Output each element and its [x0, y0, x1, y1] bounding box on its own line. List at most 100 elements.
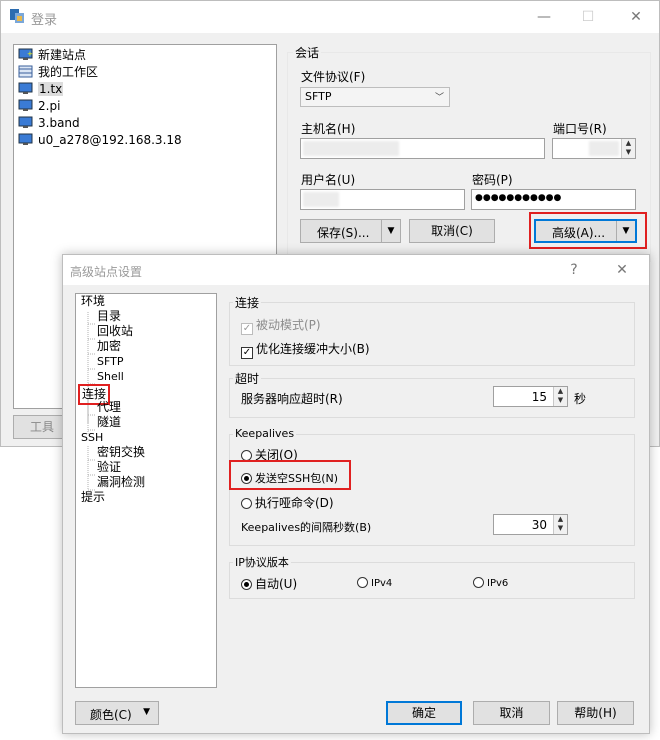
close-button[interactable]: ✕ — [613, 2, 659, 32]
tree-item-label: 漏洞检测 — [97, 475, 146, 489]
keepalive-interval-value: 30 — [531, 518, 547, 532]
maximize-button[interactable]: ☐ — [565, 2, 611, 32]
tree-item-label: 回收站 — [97, 324, 134, 338]
timeout-input[interactable]: 15 ▲ ▼ — [493, 386, 568, 407]
checkmark-icon: ✓ — [241, 323, 253, 335]
timeout-group-label: 超时 — [233, 370, 262, 387]
advanced-titlebar: 高级站点设置 ? ✕ — [63, 255, 649, 285]
keepalive-dummy-label: 执行哑命令(D) — [255, 496, 334, 510]
tree-item-env[interactable]: 环境 — [81, 294, 145, 309]
port-input[interactable]: ▲ ▼ — [552, 138, 636, 159]
password-label: 密码(P) — [472, 173, 513, 187]
radio-icon — [357, 577, 368, 588]
ipv6-label: IPv6 — [487, 578, 509, 589]
computer-icon — [18, 99, 33, 112]
ok-button[interactable]: 确定 — [386, 701, 462, 725]
tree-item-recycle[interactable]: 回收站 — [81, 324, 145, 339]
tree-item-label: SSH — [81, 431, 104, 444]
settings-tree[interactable]: 环境 目录 回收站 加密 SFTP Shell 连接 代理 隧道 SSH 密钥交… — [75, 293, 217, 688]
ip-auto-radio[interactable]: 自动(U) — [241, 575, 297, 592]
keepalive-null-label: 发送空SSH包(N) — [255, 472, 339, 485]
site-item-new[interactable]: + 新建站点 — [18, 47, 182, 64]
ipv4-radio[interactable]: IPv4 — [357, 575, 392, 589]
advanced-button[interactable]: 高级(A)... ▼ — [534, 219, 637, 243]
site-item-1tx[interactable]: 1.tx — [18, 81, 182, 98]
user-label: 用户名(U) — [301, 173, 356, 187]
tree-item-kex[interactable]: 密钥交换 — [81, 445, 145, 460]
cancel-button[interactable]: 取消 — [473, 701, 550, 725]
user-input[interactable] — [300, 189, 465, 210]
timeout-label: 服务器响应超时(R) — [241, 392, 343, 406]
new-site-icon: + — [18, 48, 33, 61]
advanced-dropdown-arrow-icon[interactable]: ▼ — [616, 221, 635, 241]
site-item-2pi[interactable]: 2.pi — [18, 98, 182, 115]
tree-item-label: 提示 — [81, 490, 106, 504]
site-item-workspace[interactable]: 我的工作区 — [18, 64, 182, 81]
tree-item-tunnel[interactable]: 隧道 — [81, 415, 145, 430]
cancel-session-button-label: 取消(C) — [431, 224, 473, 238]
tree-item-sftp[interactable]: SFTP — [81, 354, 145, 369]
user-input-blur — [303, 192, 339, 207]
help-title-button[interactable]: ? — [551, 255, 597, 285]
computer-icon — [18, 116, 33, 129]
login-title: 登录 — [31, 13, 58, 28]
cancel-session-button[interactable]: 取消(C) — [409, 219, 495, 243]
color-button-label: 颜色(C) — [90, 708, 132, 722]
tree-item-shell[interactable]: Shell — [81, 369, 145, 384]
timeout-spinner[interactable]: ▲ ▼ — [553, 387, 567, 406]
minimize-button[interactable]: — — [521, 2, 567, 32]
advanced-dialog: 高级站点设置 ? ✕ 环境 目录 回收站 加密 SFTP Shell 连接 代理… — [62, 254, 650, 734]
color-button[interactable]: 颜色(C) ▼ — [75, 701, 159, 725]
timeout-value: 15 — [531, 390, 547, 404]
keepalive-interval-label: Keepalives的间隔秒数(B) — [241, 521, 372, 534]
tree-item-auth[interactable]: 验证 — [81, 460, 145, 475]
host-label: 主机名(H) — [301, 122, 356, 136]
save-dropdown-arrow-icon[interactable]: ▼ — [381, 220, 400, 242]
workspace-icon — [18, 65, 33, 78]
save-button[interactable]: 保存(S)... ▼ — [300, 219, 401, 243]
svg-text:+: + — [27, 50, 33, 58]
port-label: 端口号(R) — [553, 122, 607, 136]
keepalive-null-radio[interactable]: 发送空SSH包(N) — [241, 470, 338, 486]
help-button[interactable]: 帮助(H) — [557, 701, 634, 725]
tree-item-label: 密钥交换 — [97, 445, 146, 459]
radio-icon — [473, 577, 484, 588]
port-input-blur — [589, 141, 619, 156]
port-spinner[interactable]: ▲ ▼ — [621, 139, 635, 158]
connection-group-label: 连接 — [233, 294, 262, 311]
tree-item-encryption[interactable]: 加密 — [81, 339, 145, 354]
site-item-u0[interactable]: u0_a278@192.168.3.18 — [18, 132, 182, 149]
site-item-3band[interactable]: 3.band — [18, 115, 182, 132]
protocol-value: SFTP — [305, 90, 332, 103]
radio-icon — [241, 498, 252, 509]
optimize-buffer-checkbox[interactable]: ✓ 优化连接缓冲大小(B) — [241, 340, 370, 359]
advanced-button-label: 高级(A)... — [552, 226, 606, 240]
tree-item-notes[interactable]: 提示 — [81, 490, 145, 505]
tree-item-directory[interactable]: 目录 — [81, 309, 145, 324]
keepalive-interval-spinner[interactable]: ▲ ▼ — [553, 515, 567, 534]
tree-item-connection[interactable]: 连接 — [78, 384, 145, 405]
ip-version-group-label: IP协议版本 — [233, 554, 291, 570]
cancel-button-label: 取消 — [499, 706, 524, 720]
timeout-unit: 秒 — [574, 392, 587, 406]
ipv6-radio[interactable]: IPv6 — [473, 575, 508, 589]
tree-item-bugs[interactable]: 漏洞检测 — [81, 475, 145, 490]
ipv4-label: IPv4 — [371, 578, 393, 589]
protocol-label: 文件协议(F) — [301, 70, 366, 84]
host-input[interactable] — [300, 138, 545, 159]
passive-mode-checkbox[interactable]: ✓ 被动模式(P) — [241, 316, 321, 335]
site-item-label: 1.tx — [38, 82, 64, 96]
tree-item-label: 环境 — [81, 294, 106, 308]
tree-item-ssh[interactable]: SSH — [81, 430, 145, 445]
protocol-select[interactable]: SFTP ﹀ — [300, 87, 450, 107]
password-input[interactable]: ●●●●●●●●●●● — [471, 189, 636, 210]
password-value: ●●●●●●●●●●● — [475, 193, 562, 203]
ok-button-label: 确定 — [411, 706, 436, 720]
site-item-label: 3.band — [38, 116, 80, 130]
keepalive-interval-input[interactable]: 30 ▲ ▼ — [493, 514, 568, 535]
help-button-label: 帮助(H) — [574, 706, 617, 720]
keepalive-dummy-radio[interactable]: 执行哑命令(D) — [241, 494, 334, 511]
computer-icon — [18, 133, 33, 146]
save-button-label: 保存(S)... — [317, 226, 370, 240]
close-advanced-button[interactable]: ✕ — [599, 255, 645, 285]
